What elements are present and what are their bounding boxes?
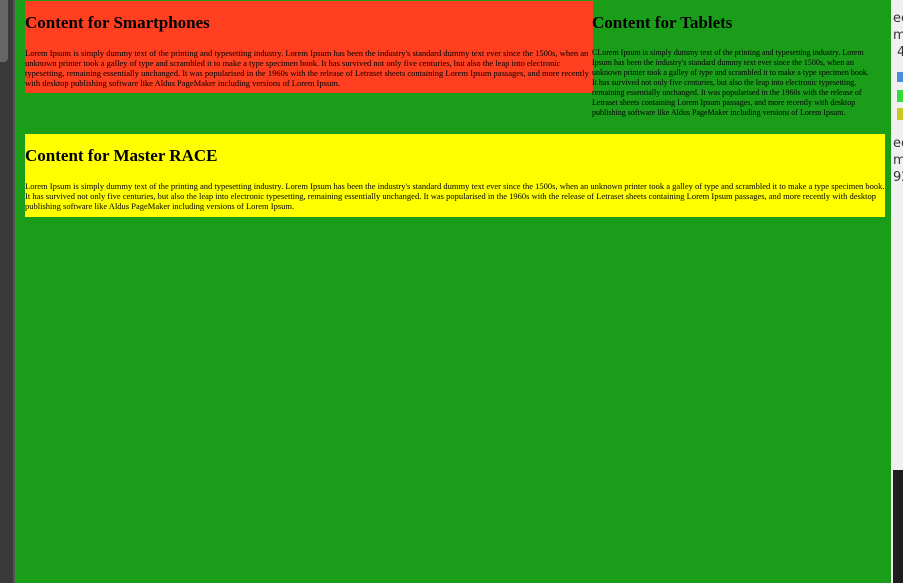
master-race-text: Lorem Ipsum is simply dummy text of the …	[25, 181, 885, 211]
adjacent-text-fragment: 92	[893, 170, 903, 185]
adjacent-color-chip	[897, 90, 903, 102]
adjacent-text-fragment: 4	[897, 45, 903, 60]
adjacent-dark-panel	[893, 470, 903, 583]
master-race-section: Content for Master RACE Lorem Ipsum is s…	[25, 134, 885, 217]
left-scrollbar[interactable]	[0, 0, 13, 583]
adjacent-text-fragment: m	[893, 28, 903, 43]
adjacent-text-fragment: ee	[893, 11, 903, 26]
adjacent-color-chip	[897, 72, 903, 82]
tablets-title: Content for Tablets	[592, 13, 733, 32]
adjacent-window-edge: ee m 4 ee m 92	[891, 0, 903, 583]
tablets-text: CLorem Ipsum is simply dummy text of the…	[592, 48, 869, 117]
smartphones-text: Lorem Ipsum is simply dummy text of the …	[25, 48, 589, 88]
scrollbar-thumb[interactable]	[0, 0, 8, 62]
adjacent-text-fragment: m	[893, 153, 903, 168]
tablets-section: Content for Tablets CLorem Ipsum is simp…	[592, 1, 875, 133]
page-viewport: Content for Smartphones Lorem Ipsum is s…	[13, 0, 893, 583]
smartphones-title: Content for Smartphones	[25, 13, 210, 32]
smartphones-section: Content for Smartphones Lorem Ipsum is s…	[25, 1, 593, 93]
adjacent-color-chip	[897, 108, 903, 120]
adjacent-text-fragment: ee	[893, 136, 903, 151]
master-race-title: Content for Master RACE	[25, 146, 218, 165]
